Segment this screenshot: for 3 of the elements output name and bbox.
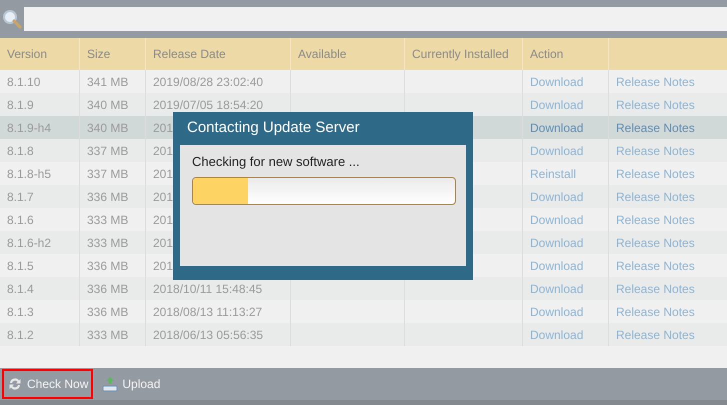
table-cell: 2018/06/13 05:56:35 [146,323,291,346]
table-cell: 8.1.2 [0,323,80,346]
table-cell: 333 MB [80,323,146,346]
